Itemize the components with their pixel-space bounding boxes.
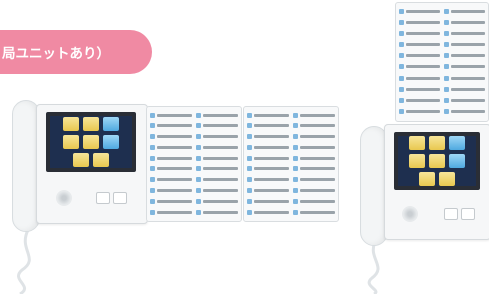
screen-tile xyxy=(449,136,465,150)
right-touchscreen xyxy=(394,132,480,190)
screen-tile xyxy=(409,154,425,168)
screen-tile xyxy=(429,136,445,150)
screen-tile xyxy=(419,172,435,186)
control-button xyxy=(444,208,458,220)
screen-tile xyxy=(449,154,465,168)
control-button xyxy=(461,208,475,220)
screen-tile xyxy=(429,154,445,168)
right-control-buttons xyxy=(444,208,475,220)
right-speaker-grille xyxy=(402,206,418,222)
screen-tile xyxy=(409,136,425,150)
screen-tile xyxy=(439,172,455,186)
